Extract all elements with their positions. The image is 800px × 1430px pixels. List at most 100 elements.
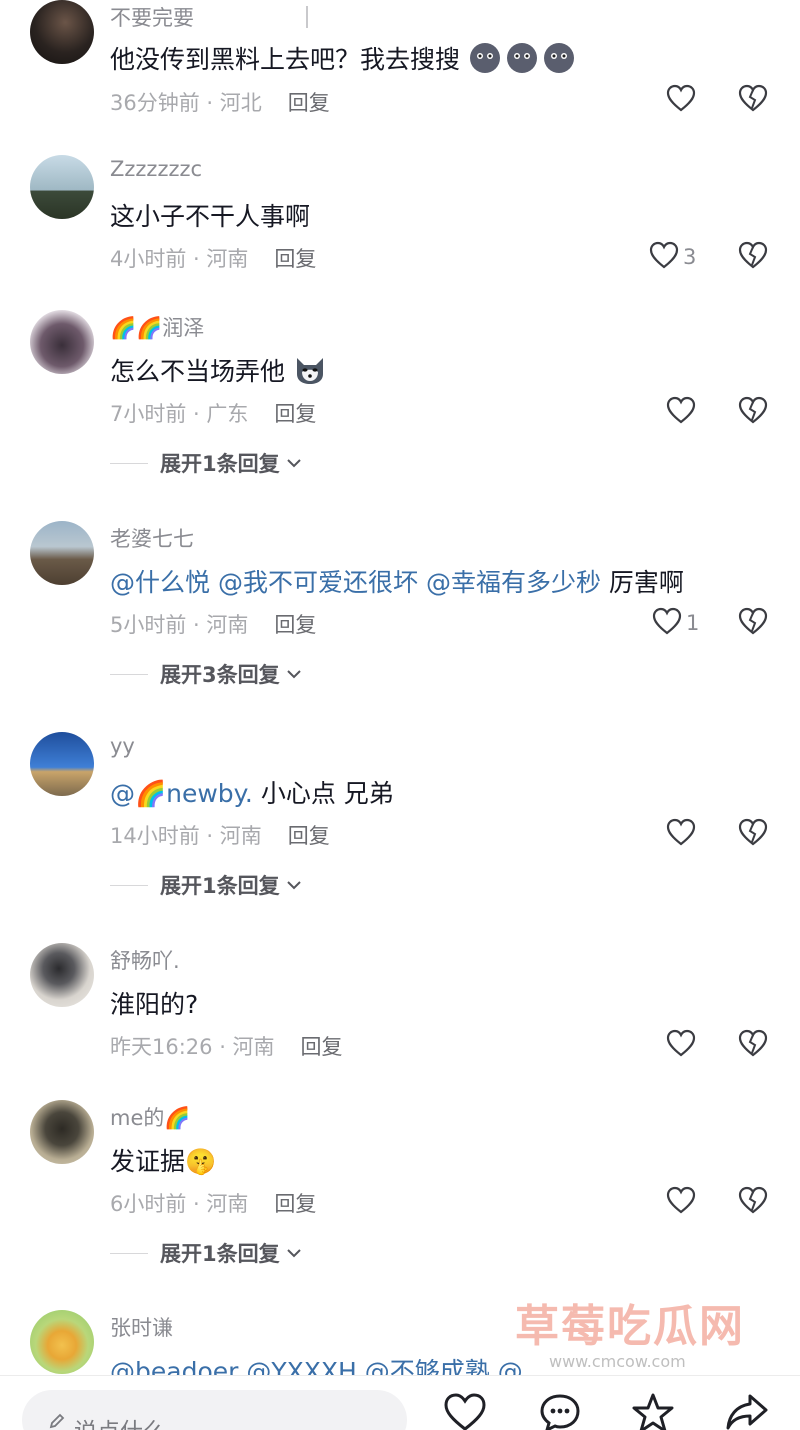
expand-replies-button[interactable]: 展开1条回复 bbox=[110, 1238, 302, 1268]
comment-username[interactable]: 不要完要 bbox=[110, 2, 194, 32]
like-button[interactable] bbox=[666, 84, 696, 116]
mention-link[interactable]: @YXXXH bbox=[246, 1357, 356, 1375]
divider bbox=[110, 673, 148, 675]
comment-text: @beadoer @YXXXH @不够成熟 @ bbox=[110, 1352, 523, 1375]
broken-heart-icon bbox=[738, 241, 768, 273]
broken-heart-icon bbox=[738, 84, 768, 116]
avatar[interactable] bbox=[30, 155, 94, 219]
reply-button[interactable]: 回复 bbox=[274, 613, 316, 637]
comment-username[interactable]: 张时谦 bbox=[110, 1312, 173, 1342]
avatar[interactable] bbox=[30, 1310, 94, 1374]
bottom-action-bar: 说点什么... bbox=[0, 1375, 800, 1430]
broken-heart-icon bbox=[738, 1186, 768, 1218]
username-prefix: 🌈🌈 bbox=[110, 316, 163, 340]
comment-username[interactable]: 舒畅吖. bbox=[110, 945, 180, 975]
avatar[interactable] bbox=[30, 943, 94, 1007]
heart-icon bbox=[666, 1029, 696, 1061]
heart-icon bbox=[666, 396, 696, 428]
avatar[interactable] bbox=[30, 1100, 94, 1164]
comment-username[interactable]: yy bbox=[110, 734, 135, 758]
expand-replies-button[interactable]: 展开1条回复 bbox=[110, 448, 302, 478]
favorite-button[interactable] bbox=[630, 1392, 676, 1430]
expand-replies-button[interactable]: 展开3条回复 bbox=[110, 659, 302, 689]
comment-bubble-icon bbox=[538, 1394, 582, 1430]
comment-time-location: 36分钟前 · 河北 bbox=[110, 91, 262, 115]
heart-icon bbox=[443, 1393, 487, 1430]
mention-link[interactable]: @🌈newby. bbox=[110, 779, 253, 808]
reply-button[interactable]: 回复 bbox=[288, 824, 330, 848]
scroll-indicator bbox=[306, 6, 308, 28]
comment-time-location: 6小时前 · 河南 bbox=[110, 1192, 249, 1216]
comment-meta: 5小时前 · 河南 回复 bbox=[110, 609, 316, 639]
like-button[interactable] bbox=[666, 1029, 696, 1061]
like-button[interactable]: 1 bbox=[652, 607, 699, 639]
comment-list[interactable]: 不要完要 他没传到黑料上去吧？我去搜搜 36分钟前 · 河北 回复 Zzzzzzz… bbox=[0, 0, 800, 1375]
like-button[interactable] bbox=[666, 818, 696, 850]
mention-link[interactable]: @ bbox=[498, 1357, 523, 1375]
emoji-icon bbox=[468, 41, 578, 81]
reply-button[interactable]: 回复 bbox=[301, 1035, 343, 1059]
chevron-down-icon bbox=[286, 876, 302, 895]
comment-username[interactable]: 🌈🌈润泽 bbox=[110, 312, 204, 342]
share-button[interactable] bbox=[724, 1392, 770, 1430]
comment-meta: 昨天16:26 · 河南 回复 bbox=[110, 1031, 343, 1061]
expand-replies-button[interactable]: 展开1条回复 bbox=[110, 870, 302, 900]
broken-heart-icon bbox=[738, 818, 768, 850]
like-button[interactable]: 3 bbox=[649, 241, 696, 273]
dislike-button[interactable] bbox=[738, 818, 768, 850]
watermark-title: 草莓吃瓜网 bbox=[515, 1301, 745, 1352]
like-count: 3 bbox=[683, 245, 697, 269]
mention-link[interactable]: @我不可爱还很坏 bbox=[218, 568, 418, 597]
comment-text: 发证据🤫 bbox=[110, 1147, 217, 1176]
comment-text: @🌈newby. 小心点 兄弟 bbox=[110, 779, 394, 808]
heart-icon bbox=[649, 241, 679, 273]
dislike-button[interactable] bbox=[738, 1186, 768, 1218]
reply-button[interactable]: 回复 bbox=[274, 1192, 316, 1216]
like-button[interactable] bbox=[666, 1186, 696, 1218]
comment-meta: 14小时前 · 河南 回复 bbox=[110, 820, 330, 850]
heart-icon bbox=[666, 1186, 696, 1218]
dislike-button[interactable] bbox=[738, 607, 768, 639]
mention-link[interactable]: @不够成熟 bbox=[365, 1357, 490, 1375]
heart-icon bbox=[666, 818, 696, 850]
comment-input[interactable]: 说点什么... bbox=[22, 1390, 407, 1430]
watermark-url: www.cmcow.com bbox=[549, 1352, 686, 1371]
divider bbox=[110, 462, 148, 464]
comment-button[interactable] bbox=[538, 1392, 582, 1430]
pencil-icon bbox=[48, 1412, 66, 1430]
avatar[interactable] bbox=[30, 521, 94, 585]
dislike-button[interactable] bbox=[738, 1029, 768, 1061]
heart-icon bbox=[652, 607, 682, 639]
dislike-button[interactable] bbox=[738, 84, 768, 116]
husky-emoji-icon bbox=[293, 354, 327, 392]
reply-button[interactable]: 回复 bbox=[274, 247, 316, 271]
comment-input-placeholder: 说点什么... bbox=[74, 1412, 188, 1430]
avatar[interactable] bbox=[30, 310, 94, 374]
comment-username[interactable]: Zzzzzzzc bbox=[110, 157, 202, 181]
comment-time-location: 4小时前 · 河南 bbox=[110, 247, 249, 271]
mention-link[interactable]: @beadoer bbox=[110, 1357, 238, 1375]
comment-meta: 36分钟前 · 河北 回复 bbox=[110, 87, 330, 117]
divider bbox=[110, 1252, 148, 1254]
dislike-button[interactable] bbox=[738, 241, 768, 273]
like-button[interactable] bbox=[666, 396, 696, 428]
star-icon bbox=[630, 1393, 676, 1430]
like-button[interactable] bbox=[443, 1392, 487, 1430]
comment-text: @什么悦 @我不可爱还很坏 @幸福有多少秒 厉害啊 bbox=[110, 568, 684, 597]
divider bbox=[110, 884, 148, 886]
avatar[interactable] bbox=[30, 732, 94, 796]
mention-link[interactable]: @幸福有多少秒 bbox=[426, 568, 601, 597]
dislike-button[interactable] bbox=[738, 396, 768, 428]
avatar[interactable] bbox=[30, 0, 94, 64]
comment-username[interactable]: 老婆七七 bbox=[110, 523, 194, 553]
comment-username[interactable]: me的🌈 bbox=[110, 1102, 191, 1132]
comment-text: 这小子不干人事啊 bbox=[110, 202, 311, 231]
heart-icon bbox=[666, 84, 696, 116]
comment-text: 他没传到黑料上去吧？我去搜搜 bbox=[110, 40, 578, 81]
comment-text: 淮阳的? bbox=[110, 990, 199, 1019]
mention-link[interactable]: @什么悦 bbox=[110, 568, 210, 597]
reply-button[interactable]: 回复 bbox=[274, 402, 316, 426]
comment-time-location: 昨天16:26 · 河南 bbox=[110, 1035, 275, 1059]
broken-heart-icon bbox=[738, 396, 768, 428]
reply-button[interactable]: 回复 bbox=[288, 91, 330, 115]
